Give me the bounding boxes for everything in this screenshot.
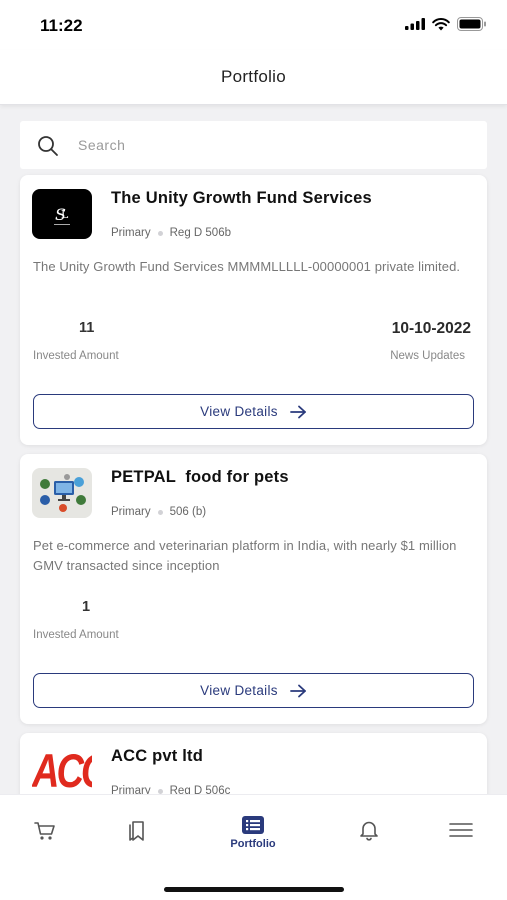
portfolio-list[interactable]: S L The Unity Growth Fund Services Prima… bbox=[0, 106, 507, 794]
view-details-button[interactable]: View Details bbox=[33, 673, 474, 708]
acc-logo: ACC bbox=[32, 747, 92, 794]
status-icons bbox=[405, 17, 487, 31]
petpal-logo bbox=[32, 468, 92, 518]
news-updates-value: 10-10-2022 bbox=[391, 320, 471, 337]
invested-amount-value: 1 bbox=[82, 599, 91, 615]
page-title: Portfolio bbox=[220, 67, 287, 86]
svg-text:L: L bbox=[61, 208, 69, 221]
nav-cart[interactable] bbox=[15, 821, 75, 841]
arrow-right-icon bbox=[289, 405, 306, 418]
wifi-icon bbox=[432, 17, 450, 30]
separator-dot bbox=[157, 788, 163, 794]
invested-amount-value: 11 bbox=[79, 320, 95, 336]
menu-icon bbox=[449, 823, 473, 837]
status-time: 11:22 bbox=[40, 16, 83, 35]
arrow-right-icon bbox=[289, 684, 306, 697]
battery-icon bbox=[457, 17, 486, 31]
card-description: Pet e-commerce and veterinarian platform… bbox=[33, 538, 457, 573]
tag-primary: Primary bbox=[111, 506, 151, 518]
unity-logo: S L bbox=[32, 189, 92, 239]
nav-menu[interactable] bbox=[431, 822, 491, 838]
bookmark-icon bbox=[129, 821, 144, 841]
tag-regulation: 506 (b) bbox=[169, 506, 207, 518]
acc-logo-text: ACC bbox=[32, 747, 92, 794]
card-title: PETPAL food for pets bbox=[111, 468, 289, 486]
view-details-button[interactable]: View Details bbox=[33, 394, 474, 429]
tag-primary: Primary bbox=[111, 227, 151, 239]
nav-portfolio[interactable]: Portfolio bbox=[223, 815, 283, 850]
status-bar: 11:22 bbox=[0, 0, 507, 50]
search-input[interactable] bbox=[78, 133, 458, 157]
bottom-nav: Portfolio bbox=[0, 794, 507, 900]
invested-amount-label: Invested Amount bbox=[33, 350, 119, 362]
home-indicator[interactable] bbox=[164, 887, 344, 892]
card-tags: Primary Reg D 506b bbox=[111, 227, 231, 239]
nav-notifications[interactable] bbox=[339, 819, 399, 841]
search-box[interactable] bbox=[20, 121, 487, 169]
card-title: The Unity Growth Fund Services bbox=[111, 189, 372, 207]
card-title: ACC pvt ltd bbox=[111, 747, 204, 765]
nav-portfolio-label: Portfolio bbox=[230, 838, 276, 850]
separator-dot bbox=[157, 230, 163, 236]
portfolio-card-petpal: PETPAL food for pets Primary 506 (b) Pet… bbox=[20, 454, 487, 724]
signal-icon bbox=[405, 18, 425, 30]
tag-primary: Primary bbox=[111, 785, 151, 794]
separator-dot bbox=[157, 509, 163, 515]
portfolio-card-acc: ACC ACC pvt ltd Primary Reg D 506c bbox=[20, 733, 487, 794]
news-updates-label: News Updates bbox=[390, 350, 465, 362]
tag-regulation: Reg D 506b bbox=[169, 227, 231, 239]
portfolio-icon bbox=[242, 816, 264, 834]
card-tags: Primary Reg D 506c bbox=[111, 785, 230, 794]
card-tags: Primary 506 (b) bbox=[111, 506, 206, 518]
cart-icon bbox=[34, 822, 55, 840]
tag-regulation: Reg D 506c bbox=[169, 785, 231, 794]
nav-bookmarks[interactable] bbox=[108, 820, 168, 842]
search-icon bbox=[38, 136, 58, 156]
portfolio-card-unity: S L The Unity Growth Fund Services Prima… bbox=[20, 175, 487, 445]
card-description: The Unity Growth Fund Services MMMMLLLLL… bbox=[33, 259, 461, 274]
invested-amount-label: Invested Amount bbox=[33, 629, 119, 641]
view-details-label: View Details bbox=[200, 683, 278, 698]
view-details-label: View Details bbox=[200, 404, 278, 419]
bell-icon bbox=[360, 821, 378, 841]
app-header: Portfolio bbox=[0, 50, 507, 105]
